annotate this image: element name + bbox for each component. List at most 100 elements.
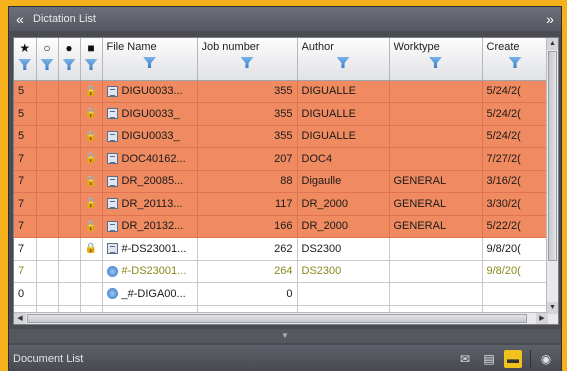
vertical-scroll-thumb[interactable] bbox=[548, 51, 557, 261]
column-label: Author bbox=[301, 41, 334, 53]
vertical-scrollbar[interactable]: ▲ ▼ bbox=[546, 38, 558, 324]
cell-lock: 🔒 bbox=[80, 102, 103, 126]
cell-empty bbox=[58, 147, 81, 171]
cell-text: 0 bbox=[18, 287, 25, 300]
cell-created: 5/24/2( bbox=[482, 80, 549, 103]
cell-text: #-DS23001... bbox=[121, 265, 187, 278]
filter-icon[interactable] bbox=[143, 57, 156, 68]
cell-text: 7 bbox=[18, 152, 25, 165]
cell-priority: 7 bbox=[14, 147, 37, 171]
document-icon[interactable]: ▤ bbox=[480, 350, 498, 368]
cell-lock: 🔒 bbox=[80, 192, 103, 216]
file-icon bbox=[106, 175, 118, 187]
panel-splitter[interactable]: ▼ bbox=[9, 329, 561, 343]
cell-job-number: 117 bbox=[197, 192, 298, 216]
column-header-comment[interactable]: ○ bbox=[36, 38, 59, 81]
mail-icon[interactable]: ✉ bbox=[456, 350, 474, 368]
cell-text: DS2300 bbox=[301, 265, 342, 278]
filter-icon[interactable] bbox=[62, 59, 76, 70]
filter-icon[interactable] bbox=[84, 59, 98, 70]
cell-text: DR_2000 bbox=[301, 197, 348, 210]
cell-file-name: DR_20132... bbox=[102, 215, 198, 238]
cell-job-number: 355 bbox=[197, 125, 298, 148]
scroll-left-icon[interactable]: ◀ bbox=[14, 313, 26, 324]
cell-empty bbox=[58, 80, 81, 103]
column-header-author[interactable]: Author bbox=[297, 38, 390, 81]
cell-text: 355 bbox=[274, 85, 293, 98]
collapse-icon[interactable]: « bbox=[9, 11, 31, 27]
filter-icon[interactable] bbox=[429, 57, 442, 68]
dictation-grid: ★ ○ ● ■ File Name Job number Author Worktype Cre… bbox=[13, 37, 559, 325]
table-row[interactable]: 7 🔒 DR_20113... 117 DR_2000 GENERAL 3/30/2( bbox=[14, 192, 549, 216]
cell-worktype bbox=[389, 237, 483, 261]
cell-job-number: 0 bbox=[197, 282, 298, 306]
table-row[interactable]: 7 🔒 DR_20132... 166 DR_2000 GENERAL 5/22/2( bbox=[14, 215, 549, 238]
table-row[interactable]: 0 _#-DIGA00... 0 bbox=[14, 282, 549, 306]
cell-text: DIGUALLE bbox=[301, 85, 356, 98]
cell-text: 5/24/2( bbox=[486, 85, 521, 98]
cell-created: 3/30/2( bbox=[482, 192, 549, 216]
folder-icon[interactable]: ▬ bbox=[504, 349, 522, 368]
column-header-file-name[interactable]: File Name bbox=[102, 38, 198, 81]
column-label: Create bbox=[486, 41, 520, 53]
cell-author: Digaulle bbox=[297, 170, 390, 193]
cell-empty bbox=[58, 102, 81, 126]
column-header-job-number[interactable]: Job number bbox=[197, 38, 298, 81]
cell-worktype bbox=[389, 102, 483, 126]
table-row[interactable]: 7 🔒 #-DS23001... 262 DS2300 9/8/20( bbox=[14, 237, 549, 261]
filter-icon[interactable] bbox=[508, 57, 522, 68]
column-label: Job number bbox=[201, 41, 260, 53]
cell-text: 166 bbox=[274, 220, 293, 233]
column-header-priority[interactable]: ★ bbox=[14, 38, 37, 81]
cell-author: DIGUALLE bbox=[297, 102, 390, 126]
table-row[interactable]: 5 🔒 DIGU0033_ 355 DIGUALLE 5/24/2( bbox=[14, 102, 549, 126]
cell-empty bbox=[36, 147, 59, 171]
cell-author: DOC4 bbox=[297, 147, 390, 171]
cell-lock: 🔒 bbox=[80, 147, 103, 171]
column-header-created[interactable]: Create bbox=[482, 38, 549, 81]
expand-icon[interactable]: » bbox=[539, 11, 561, 27]
cell-text: GENERAL bbox=[393, 175, 447, 188]
cell-text: 7 bbox=[18, 197, 25, 210]
filter-icon[interactable] bbox=[18, 59, 32, 70]
file-icon bbox=[106, 108, 118, 120]
cell-created: 5/22/2( bbox=[482, 215, 549, 238]
cell-priority: 5 bbox=[14, 125, 37, 148]
cell-text: 5/24/2( bbox=[486, 107, 521, 120]
cell-created bbox=[482, 282, 549, 306]
scroll-up-icon[interactable]: ▲ bbox=[547, 38, 558, 50]
filter-icon[interactable] bbox=[336, 57, 350, 68]
cell-text: 7 bbox=[18, 175, 25, 188]
cell-text: DOC40162... bbox=[121, 152, 186, 165]
cell-priority: 7 bbox=[14, 215, 37, 238]
table-row[interactable]: 7 #-DS23001... 264 DS2300 9/8/20( bbox=[14, 260, 549, 283]
cell-empty bbox=[58, 237, 81, 261]
cell-empty bbox=[58, 282, 81, 306]
column-header-flag[interactable]: ● bbox=[58, 38, 81, 81]
cell-text: 355 bbox=[274, 107, 293, 120]
lock-icon: 🔒 bbox=[84, 108, 97, 120]
column-header-lock[interactable]: ■ bbox=[80, 38, 103, 81]
column-header-worktype[interactable]: Worktype bbox=[389, 38, 483, 81]
table-row[interactable]: 7 🔒 DOC40162... 207 DOC4 7/27/2( bbox=[14, 147, 549, 171]
cell-file-name: #-DS23001... bbox=[102, 260, 198, 283]
table-row[interactable]: 5 🔒 DIGU0033... 355 DIGUALLE 5/24/2( bbox=[14, 80, 549, 103]
cell-empty bbox=[36, 125, 59, 148]
scroll-right-icon[interactable]: ▶ bbox=[536, 313, 548, 324]
cell-file-name: DOC40162... bbox=[102, 147, 198, 171]
cell-job-number: 355 bbox=[197, 80, 298, 103]
cell-text: DR_2000 bbox=[301, 220, 348, 233]
table-row[interactable]: 5 🔒 DIGU0033_ 355 DIGUALLE 5/24/2( bbox=[14, 125, 549, 148]
cell-author: DR_2000 bbox=[297, 215, 390, 238]
filter-icon[interactable] bbox=[40, 59, 54, 70]
horizontal-scroll-thumb[interactable] bbox=[27, 314, 527, 323]
cell-priority: 7 bbox=[14, 237, 37, 261]
scroll-down-icon[interactable]: ▼ bbox=[547, 302, 558, 314]
filter-icon[interactable] bbox=[240, 57, 254, 68]
horizontal-scrollbar[interactable]: ◀ ▶ bbox=[14, 312, 548, 324]
lock-icon: 🔒 bbox=[84, 243, 97, 255]
document-list-bar: Document List ✉ ▤ ▬ ◉ bbox=[9, 345, 561, 371]
globe-icon[interactable]: ◉ bbox=[537, 350, 555, 368]
cell-empty bbox=[58, 192, 81, 216]
table-row[interactable]: 7 🔒 DR_20085... 88 Digaulle GENERAL 3/16/2( bbox=[14, 170, 549, 193]
